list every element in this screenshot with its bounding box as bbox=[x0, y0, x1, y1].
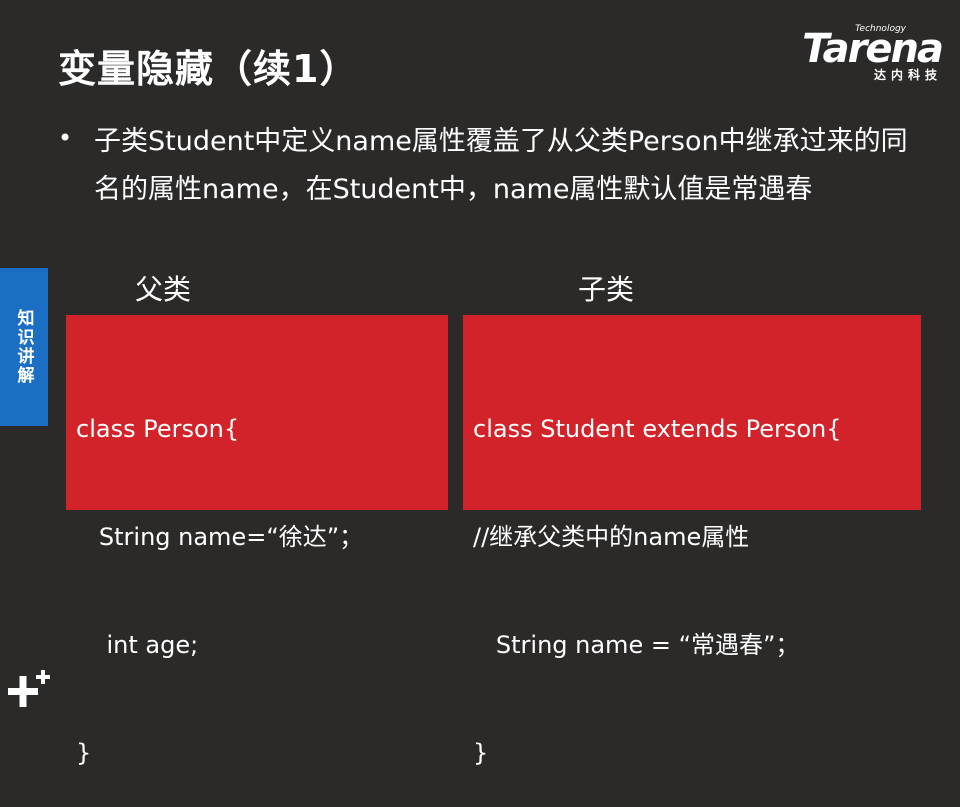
code-line: //继承父类中的name属性 bbox=[473, 523, 750, 551]
code-line: } bbox=[473, 739, 489, 767]
code-line: } bbox=[76, 739, 92, 767]
code-line: String name=“徐达”； bbox=[76, 523, 364, 551]
slide-title: 变量隐藏（续1） bbox=[58, 47, 359, 91]
code-line: class Person{ bbox=[76, 415, 240, 443]
logo-subtitle: 达内科技 bbox=[873, 68, 942, 82]
parent-code-box: class Person{ String name=“徐达”； int age;… bbox=[66, 315, 448, 767]
code-line: String name = “常遇春”； bbox=[473, 631, 800, 659]
child-class-label: 子类 bbox=[578, 273, 635, 306]
side-badge: 知识讲解 bbox=[0, 268, 48, 426]
code-line: int age; bbox=[76, 631, 199, 659]
side-badge-label: 知识讲解 bbox=[13, 309, 34, 385]
bullet-dot-icon: • bbox=[58, 124, 73, 152]
bullet-point: • 子类Student中定义name属性覆盖了从父类Person中继承过来的同名… bbox=[58, 118, 918, 214]
bullet-text: 子类Student中定义name属性覆盖了从父类Person中继承过来的同名的属… bbox=[94, 126, 908, 205]
plus-mark-icon bbox=[6, 664, 56, 714]
parent-class-label: 父类 bbox=[135, 273, 192, 306]
tarena-logo: Technology Tarena 达内科技 bbox=[772, 20, 944, 84]
code-line: class Student extends Person{ bbox=[473, 415, 842, 443]
child-code-box: class Student extends Person{ //继承父类中的na… bbox=[463, 315, 921, 767]
